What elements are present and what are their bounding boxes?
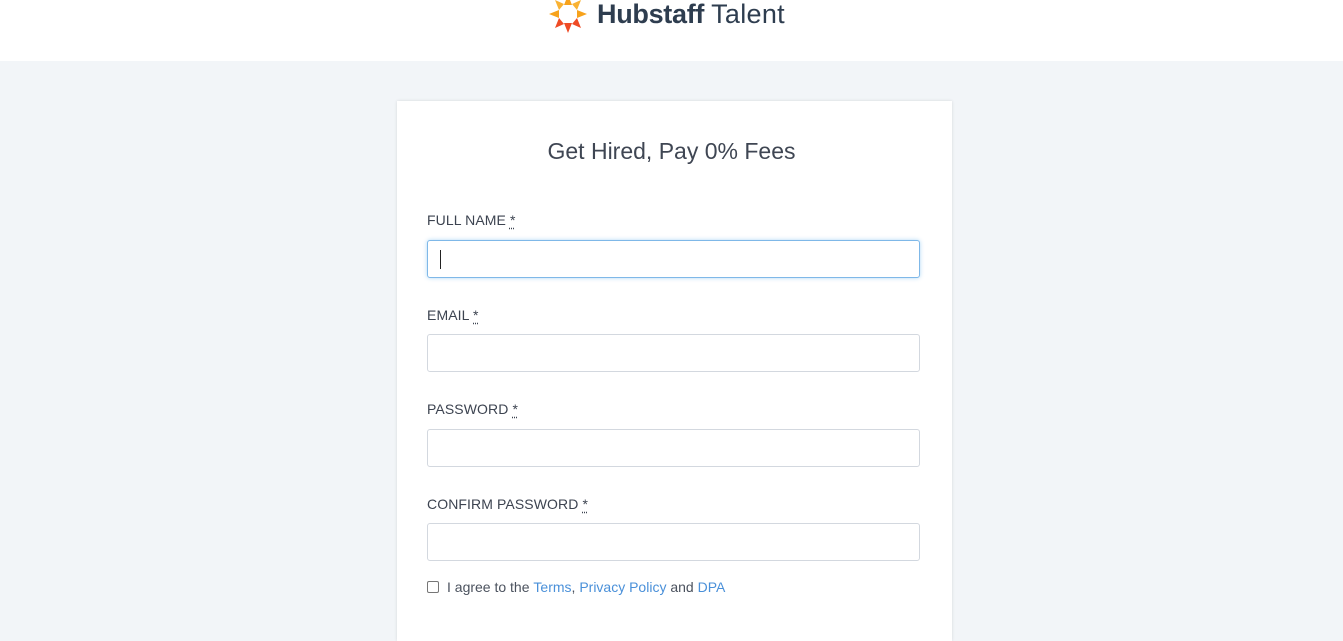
password-label: PASSWORD * [427, 401, 518, 417]
brand-logo[interactable]: Hubstaff Talent [548, 0, 785, 34]
privacy-policy-link[interactable]: Privacy Policy [579, 579, 666, 595]
required-mark: * [510, 212, 516, 228]
confirm-password-input[interactable] [427, 523, 920, 561]
agree-row: I agree to the Terms, Privacy Policy and… [427, 579, 725, 595]
agree-checkbox[interactable] [427, 581, 439, 593]
brand-name-bold: Hubstaff [597, 0, 704, 30]
confirm-password-label: CONFIRM PASSWORD * [427, 496, 588, 512]
required-mark: * [512, 401, 518, 417]
brand-name-light: Talent [711, 0, 785, 30]
full-name-label: FULL NAME * [427, 212, 516, 228]
form-title: Get Hired, Pay 0% Fees [0, 138, 1343, 165]
agree-and: and [670, 579, 693, 595]
text-caret [440, 250, 441, 269]
required-mark: * [582, 496, 588, 512]
password-input[interactable] [427, 429, 920, 467]
terms-link[interactable]: Terms [533, 579, 571, 595]
required-mark: * [473, 307, 479, 323]
agree-comma: , [572, 579, 576, 595]
dpa-link[interactable]: DPA [698, 579, 726, 595]
hubstaff-sun-icon [548, 0, 588, 34]
top-header: Hubstaff Talent [0, 0, 1343, 61]
agree-text: I agree to the [447, 579, 530, 595]
email-label: EMAIL * [427, 307, 479, 323]
email-input[interactable] [427, 334, 920, 372]
full-name-input[interactable] [427, 240, 920, 278]
